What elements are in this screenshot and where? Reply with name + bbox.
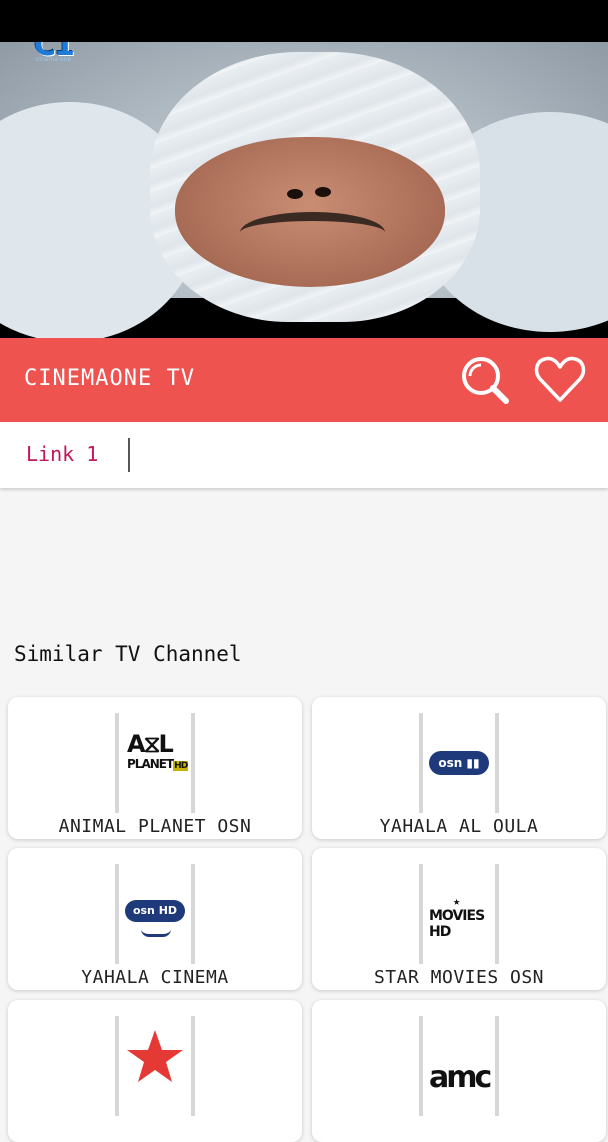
osn-yahala-logo: osn ▮▮ <box>419 713 499 813</box>
amc-mark: amc <box>429 1060 492 1095</box>
movies-hd-mark: MOVIES HD <box>429 908 485 940</box>
channel-logo-sub: cinema one <box>36 56 72 63</box>
mustache <box>240 212 385 253</box>
channel-card[interactable]: osn ▮▮ YAHALA AL OULA <box>312 697 606 839</box>
channel-label: ANIMAL PLANET OSN <box>58 816 252 837</box>
channel-label: YAHALA AL OULA <box>379 816 539 837</box>
channel-logo: C1 cinema one <box>34 42 92 64</box>
link-tabs: Link 1 <box>0 422 608 488</box>
page-title: CINEMAONE TV <box>24 366 195 391</box>
osn-badge: osn ▮▮ <box>429 751 489 775</box>
animal-planet-wordmark: PLANETHD <box>127 757 188 771</box>
video-player[interactable]: C1 cinema one <box>0 42 608 338</box>
favorite-button[interactable] <box>532 352 588 408</box>
nostril-right <box>315 187 331 197</box>
tab-link-1[interactable]: Link 1 <box>26 442 98 466</box>
amc-logo: amc <box>419 1016 499 1116</box>
cinema-mark <box>141 926 171 937</box>
channel-card[interactable]: osn HD YAHALA CINEMA <box>8 848 302 990</box>
search-icon <box>462 357 509 404</box>
star-mark: ★ <box>453 894 461 908</box>
nostril-left <box>287 189 303 199</box>
app-bar: CINEMAONE TV <box>0 338 608 422</box>
channel-card[interactable]: A⧖L PLANETHD ANIMAL PLANET OSN <box>8 697 302 839</box>
channel-card[interactable]: ★ MOVIES HD STAR MOVIES OSN <box>312 848 606 990</box>
osn-badge: osn HD <box>125 900 185 922</box>
channel-card[interactable]: amc <box>312 1000 606 1142</box>
video-frame: C1 cinema one <box>0 42 608 338</box>
section-title: Similar TV Channel <box>14 642 242 666</box>
animal-planet-mark: A⧖L <box>127 730 174 758</box>
heart-icon <box>534 356 586 402</box>
search-button[interactable] <box>456 352 512 408</box>
animal-planet-logo: A⧖L PLANETHD <box>115 713 195 813</box>
star-icon <box>127 1030 183 1082</box>
star-movies-logo: ★ MOVIES HD <box>419 864 499 964</box>
channel-card[interactable] <box>8 1000 302 1142</box>
channel-label: STAR MOVIES OSN <box>373 967 545 988</box>
osn-yahala-cinema-logo: osn HD <box>115 864 195 964</box>
video-face <box>175 137 445 287</box>
star-logo <box>115 1016 195 1116</box>
tab-divider <box>128 438 130 472</box>
channel-label: YAHALA CINEMA <box>81 967 229 988</box>
status-bar <box>0 0 608 42</box>
